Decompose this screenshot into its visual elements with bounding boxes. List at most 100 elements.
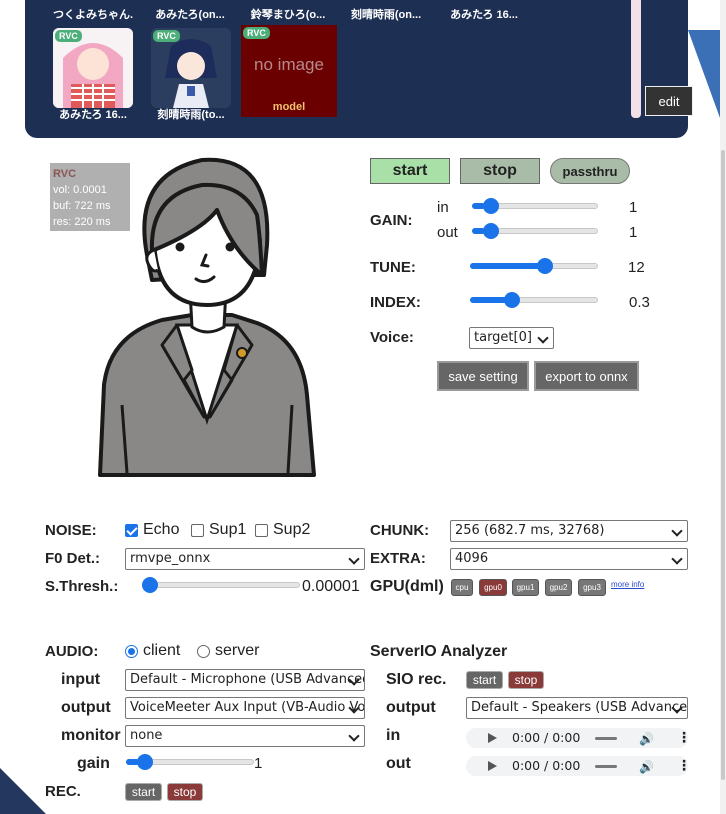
more-options-icon[interactable]: ⋮ [677,729,691,746]
f0-det-label: F0 Det.: [45,550,101,567]
save-setting-button[interactable]: save setting [437,361,529,391]
tune-label: TUNE: [370,259,416,276]
input-device-select[interactable]: Default - Microphone (USB Advanced Audio… [125,669,365,691]
gpu-option-gpu3[interactable]: gpu3 [578,579,606,596]
gain-in-label: in [437,199,449,216]
monitor-device-select[interactable]: none [125,725,365,747]
more-info-link[interactable]: more info [611,580,644,589]
no-image-text: no image [254,55,324,74]
s-thresh-slider[interactable] [142,577,300,593]
index-label: INDEX: [370,294,421,311]
gain-out-slider[interactable] [472,223,598,239]
sio-out-label: out [386,755,411,772]
gpu-option-gpu2[interactable]: gpu2 [545,579,572,596]
gpu-option-gpu1[interactable]: gpu1 [512,579,539,596]
model-name: つくよみちゃん... [53,9,133,21]
s-thresh-value: 0.00001 [302,578,360,595]
tune-slider[interactable] [470,258,598,274]
rec-label: REC. [45,783,81,800]
gain-in-value: 1 [629,199,638,216]
model-name: あみたろ(on... [155,9,225,21]
output-label: output [61,699,111,716]
volume-icon[interactable]: 🔊 [639,760,654,774]
monitor-label: monitor [61,727,121,744]
model-name: 刻晴時雨(to... [157,109,225,121]
corner-decoration-bottom [0,768,46,814]
volume-icon[interactable]: 🔊 [639,732,654,746]
player-time: 0:00 / 0:00 [512,758,581,773]
server-label: server [215,642,260,659]
sup2-label: Sup2 [273,521,311,538]
gain-label-audio: gain [77,755,110,772]
index-value: 0.3 [629,294,650,311]
model-name: model [272,101,306,113]
sio-in-label: in [386,727,401,744]
rec-start-button[interactable]: start [125,783,162,801]
model-name: あみたろ 16... [450,9,518,21]
serverio-title: ServerIO Analyzer [370,643,508,660]
player-time: 0:00 / 0:00 [512,730,581,745]
sup1-checkbox[interactable] [191,524,204,537]
sio-output-label: output [386,699,436,716]
audio-gain-slider[interactable] [126,754,254,770]
player-progress[interactable] [595,737,617,740]
audio-label: AUDIO: [45,643,99,660]
model-gallery: つくよみちゃん... あみたろ(on... 鈴琴まひろ(o... 刻晴時雨(on… [25,0,693,138]
play-icon[interactable] [488,761,497,771]
model-name: 鈴琴まひろ(o... [250,9,326,21]
rvc-badge: RVC [55,30,82,42]
voice-label: Voice: [370,329,414,346]
more-options-icon[interactable]: ⋮ [677,757,691,774]
input-label: input [61,671,101,688]
model-name: 刻晴時雨(on... [350,9,422,21]
page-scrollbar-thumb[interactable] [721,150,725,780]
model-tile-selected[interactable]: RVC no image model [241,25,337,117]
server-radio[interactable] [197,645,210,658]
edit-button[interactable]: edit [645,86,693,116]
voice-select[interactable]: target[0] [469,327,554,349]
gpu-label: GPU(dml) [370,578,444,595]
gallery-scrollbar[interactable] [631,0,641,118]
s-thresh-label: S.Thresh.: [45,578,119,595]
gain-out-value: 1 [629,224,638,241]
sio-start-button[interactable]: start [466,671,503,689]
export-onnx-button[interactable]: export to onnx [534,361,639,391]
model-tile[interactable]: RVC [53,28,133,108]
model-name: あみたろ 16... [59,109,127,121]
echo-checkbox[interactable] [125,524,138,537]
audio-gain-value: 1 [254,755,263,772]
client-label: client [143,642,181,659]
play-icon[interactable] [488,733,497,743]
gain-label: GAIN: [370,212,413,229]
chunk-select[interactable]: 256 (682.7 ms, 32768) [450,520,688,542]
model-tile[interactable]: RVC [151,28,231,108]
passthru-button[interactable]: passthru [550,158,630,184]
rvc-badge: RVC [153,30,180,42]
rvc-badge: RVC [243,27,270,39]
extra-label: EXTRA: [370,550,426,567]
stop-button[interactable]: stop [460,158,540,184]
extra-select[interactable]: 4096 [450,548,688,570]
tune-value: 12 [628,259,645,276]
rec-stop-button[interactable]: stop [167,783,203,801]
chunk-label: CHUNK: [370,522,430,539]
sup2-checkbox[interactable] [255,524,268,537]
avatar-image [98,157,316,477]
noise-label: NOISE: [45,522,97,539]
gpu-option-gpu0[interactable]: gpu0 [479,579,507,596]
sio-rec-label: SIO rec. [386,671,447,688]
sio-in-audio-player[interactable]: 0:00 / 0:00 🔊 ⋮ [466,728,691,748]
gpu-option-cpu[interactable]: cpu [451,579,473,596]
echo-label: Echo [143,521,180,538]
gain-out-label: out [437,224,458,241]
output-device-select[interactable]: VoiceMeeter Aux Input (VB-Audio VoiceMee… [125,697,365,719]
sio-out-audio-player[interactable]: 0:00 / 0:00 🔊 ⋮ [466,756,691,776]
f0-det-select[interactable]: rmvpe_onnx [125,548,365,570]
client-radio[interactable] [125,645,138,658]
gain-in-slider[interactable] [472,198,598,214]
player-progress[interactable] [595,765,617,768]
start-button[interactable]: start [370,158,450,184]
index-slider[interactable] [470,292,598,308]
sio-output-select[interactable]: Default - Speakers (USB Advanced Audio D… [466,697,688,719]
sio-stop-button[interactable]: stop [508,671,544,689]
